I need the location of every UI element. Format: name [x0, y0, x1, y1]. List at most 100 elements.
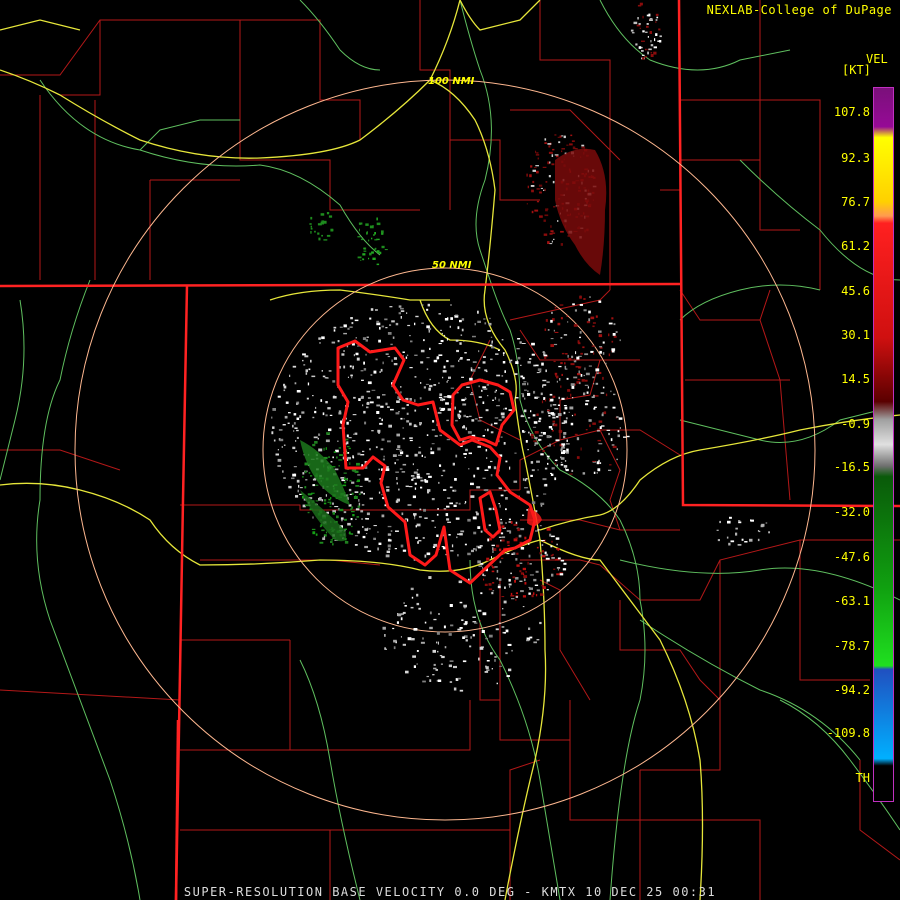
radar-return-pixel — [515, 599, 517, 601]
radar-return-pixel — [438, 354, 443, 356]
radar-return-pixel — [312, 516, 314, 519]
radar-return-pixel — [486, 559, 490, 562]
radar-return-pixel — [501, 375, 504, 377]
radar-return-pixel — [595, 382, 599, 385]
radar-return-pixel — [395, 530, 399, 532]
radar-return-pixel — [550, 473, 554, 476]
radar-return-pixel — [295, 450, 297, 452]
radar-return-pixel — [332, 380, 336, 383]
radar-return-pixel — [440, 663, 443, 665]
radar-return-pixel — [566, 439, 568, 442]
radar-return-pixel — [336, 515, 339, 519]
radar-return-pixel — [358, 493, 361, 495]
radar-return-pixel — [490, 474, 493, 477]
radar-return-pixel — [484, 469, 489, 471]
radar-return-pixel — [403, 418, 405, 420]
radar-return-pixel — [361, 395, 364, 398]
radar-return-pixel — [377, 429, 381, 433]
radar-return-pixel — [363, 247, 365, 250]
radar-return-pixel — [553, 238, 555, 240]
radar-return-pixel — [401, 407, 406, 410]
radar-return-pixel — [549, 533, 552, 537]
radar-return-pixel — [511, 649, 513, 652]
radar-return-pixel — [323, 502, 327, 505]
radar-return-pixel — [757, 530, 760, 532]
radar-return-pixel — [560, 461, 563, 463]
radar-return-pixel — [420, 641, 425, 644]
radar-return-pixel — [327, 501, 330, 503]
radar-return-pixel — [410, 587, 414, 591]
radar-return-pixel — [359, 228, 360, 232]
radar-return-pixel — [371, 237, 373, 240]
radar-return-pixel — [314, 484, 319, 486]
radar-return-pixel — [376, 396, 380, 399]
radar-return-pixel — [358, 222, 363, 225]
radar-return-pixel — [477, 320, 481, 323]
radar-return-pixel — [605, 393, 608, 397]
radar-return-pixel — [398, 454, 402, 456]
radar-return-pixel — [574, 358, 575, 361]
radar-return-pixel — [333, 451, 336, 453]
radar-return-pixel — [551, 540, 553, 543]
radar-return-pixel — [482, 477, 486, 479]
radar-return-pixel — [455, 454, 458, 458]
range-ring-50-label: 50 NMI — [432, 260, 472, 271]
radar-return-pixel — [357, 256, 362, 259]
radar-return-pixel — [409, 367, 413, 369]
radar-return-pixel — [431, 443, 435, 445]
radar-return-pixel — [548, 175, 551, 178]
radar-return-pixel — [523, 575, 528, 578]
radar-return-pixel — [464, 503, 466, 505]
radar-return-pixel — [482, 356, 486, 358]
radar-return-pixel — [436, 513, 439, 516]
radar-return-pixel — [462, 660, 467, 663]
radar-return-pixel — [375, 358, 378, 361]
radar-return-pixel — [478, 657, 480, 661]
radar-return-pixel — [363, 492, 365, 495]
radar-return-pixel — [340, 477, 345, 479]
radar-return-pixel — [428, 387, 431, 391]
radar-return-pixel — [296, 390, 301, 393]
radar-return-pixel — [484, 671, 489, 673]
radar-return-pixel — [412, 495, 416, 499]
radar-return-pixel — [419, 397, 422, 400]
radar-return-pixel — [271, 416, 273, 419]
radar-return-pixel — [400, 417, 403, 420]
radar-return-pixel — [536, 546, 539, 549]
radar-return-pixel — [469, 645, 472, 648]
radar-return-pixel — [401, 512, 404, 516]
radar-return-pixel — [478, 416, 483, 419]
radar-return-pixel — [523, 573, 525, 575]
radar-return-pixel — [395, 322, 399, 326]
radar-return-pixel — [372, 257, 376, 260]
radar-return-pixel — [485, 370, 488, 373]
radar-return-pixel — [307, 493, 312, 496]
radar-return-pixel — [540, 392, 543, 396]
radar-return-pixel — [482, 435, 485, 437]
radar-return-pixel — [546, 435, 551, 439]
radar-return-pixel — [611, 340, 614, 343]
radar-return-pixel — [502, 361, 506, 364]
radar-return-pixel — [379, 422, 383, 425]
radar-return-pixel — [414, 453, 418, 457]
radar-return-pixel — [650, 40, 652, 43]
radar-return-pixel — [505, 629, 509, 633]
radar-return-pixel — [393, 357, 397, 360]
radar-return-pixel — [352, 414, 357, 416]
radar-return-pixel — [586, 391, 589, 394]
radar-return-pixel — [527, 185, 529, 189]
radar-return-pixel — [639, 27, 641, 29]
radar-return-pixel — [414, 322, 416, 326]
radar-return-pixel — [338, 459, 343, 461]
radar-return-pixel — [550, 545, 553, 548]
credit-text: NEXLAB-College of DuPage — [706, 3, 892, 17]
radar-return-pixel — [289, 374, 291, 377]
radar-return-pixel — [537, 529, 540, 531]
radar-return-pixel — [427, 303, 430, 307]
radar-return-pixel — [424, 479, 427, 482]
radar-return-pixel — [494, 422, 498, 425]
radar-return-pixel — [551, 311, 553, 314]
radar-return-pixel — [397, 613, 402, 617]
radar-return-pixel — [409, 422, 412, 426]
radar-return-pixel — [491, 544, 495, 547]
